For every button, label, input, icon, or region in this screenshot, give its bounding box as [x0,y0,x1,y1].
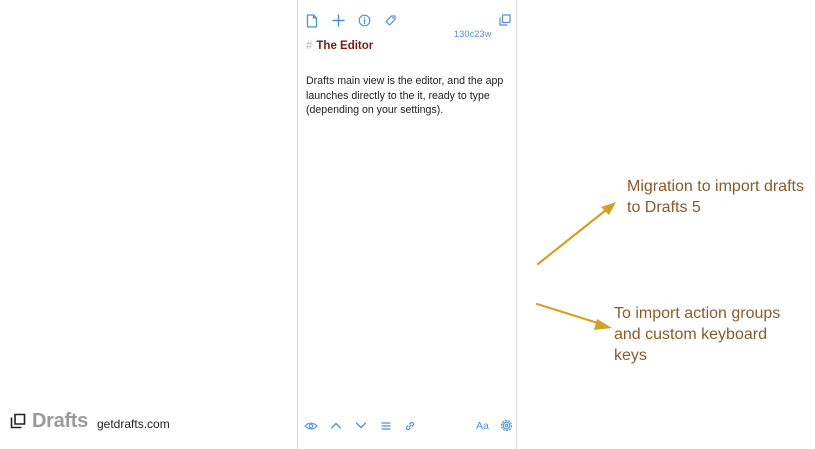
drafts-logo-icon [10,413,26,429]
annotation-arrows [535,202,616,330]
arrow-to-migration-note [536,202,616,266]
migration-annotation: Migration to import drafts to Drafts 5 [627,178,804,216]
brand-name: Drafts [32,410,88,432]
brand-url: getdrafts.com [97,417,170,431]
import-actions-annotation: To import action groups and custom keybo… [614,305,781,364]
arrow-to-import-note [535,302,612,330]
